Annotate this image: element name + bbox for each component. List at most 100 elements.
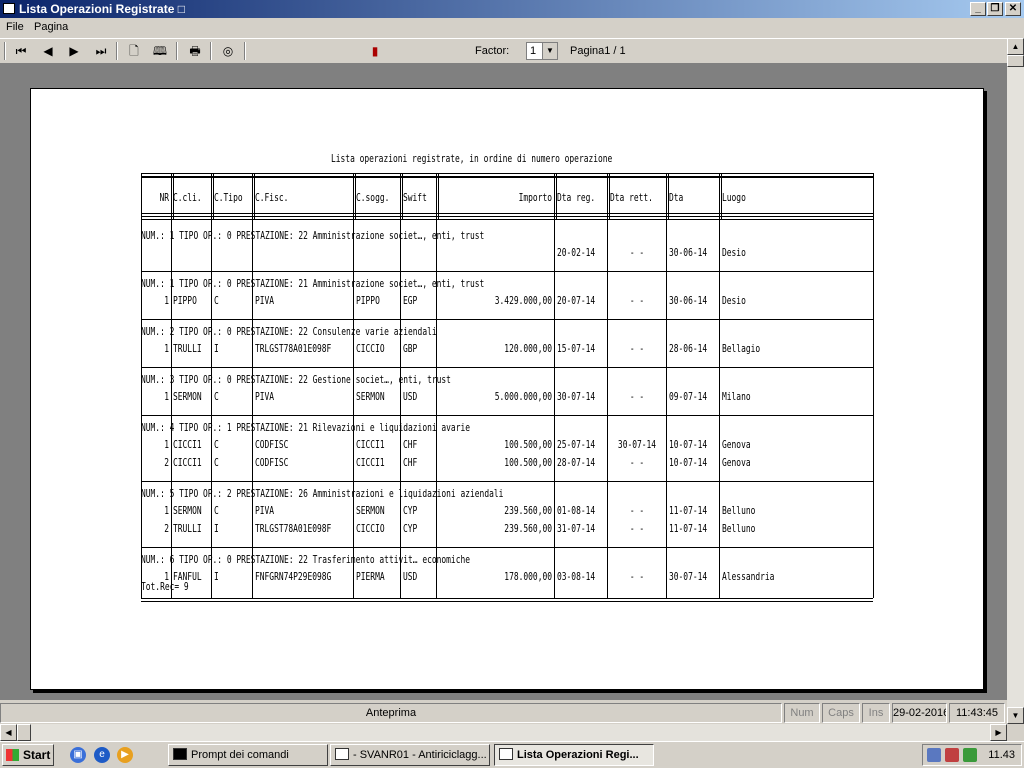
table-left-rule [141,173,142,598]
column-rule [400,173,401,219]
group-header: NUM.: 1 TIPO OP.: 0 PRESTAZIONE: 22 Ammi… [141,229,485,242]
table-cell: 10-07-14 [669,438,708,451]
column-header: Dta [669,191,684,204]
exit-door-icon[interactable]: ▮ [365,42,385,60]
media-player-icon[interactable]: ▶ [117,747,133,763]
status-caps: Caps [822,703,860,723]
column-rule [171,219,172,598]
table-cell: 1 [164,342,169,355]
title-bar: Lista Operazioni Registrate □ _ ❐ ✕ [0,0,1024,18]
first-page-icon[interactable]: ⏮ [11,42,31,60]
menu-file[interactable]: File [6,21,24,33]
factor-value: 1 [530,45,537,57]
command-prompt-icon [173,748,187,760]
menu-pagina[interactable]: Pagina [34,21,68,33]
print-icon[interactable]: 🖶 [185,42,205,60]
table-cell: SERMON [173,390,202,403]
table-rule [141,481,873,482]
shield-icon[interactable] [963,748,977,762]
table-cell: I [214,342,219,355]
show-desktop-icon[interactable]: ▣ [70,747,86,763]
scroll-down-icon[interactable]: ▼ [1007,707,1024,724]
table-cell: 31-07-14 [557,522,596,535]
scroll-left-icon[interactable]: ◀ [0,724,17,741]
prev-page-icon[interactable]: ◀ [38,42,58,60]
table-cell: GBP [403,342,418,355]
table-cell: Desio [722,246,746,259]
table-cell: CHF [403,456,418,469]
column-header: Importo [518,191,552,204]
network-icon[interactable] [927,748,941,762]
table-cell: TRULLI [173,522,202,535]
table-cell: 30-06-14 [669,246,708,259]
table-rule [141,271,873,272]
table-cell: C [214,390,219,403]
menu-bar: File Pagina [0,18,1024,38]
table-cell: 28-06-14 [669,342,708,355]
last-page-icon[interactable]: ⏭ [91,42,111,60]
vertical-scrollbar[interactable]: ▲ ▼ [1007,38,1024,724]
chevron-down-icon[interactable]: ▼ [542,43,557,59]
table-cell: PIPPO [173,294,197,307]
horizontal-scrollbar[interactable]: ◀ ▶ [0,724,1007,741]
group-header: NUM.: 5 TIPO OP.: 2 PRESTAZIONE: 26 Ammi… [141,487,504,500]
table-cell: PIVA [255,390,275,403]
factor-select[interactable]: 1 ▼ [526,42,558,60]
table-cell: 25-07-14 [557,438,596,451]
scroll-right-icon[interactable]: ▶ [990,724,1007,741]
table-cell: SERMON [173,504,202,517]
table-cell: 239.560,00 [504,522,552,535]
table-cell: SERMON [356,390,385,403]
group-header: NUM.: 2 TIPO OP.: 0 PRESTAZIONE: 22 Cons… [141,325,437,338]
status-ins: Ins [862,703,890,723]
scroll-up-icon[interactable]: ▲ [1007,38,1024,55]
column-rule [436,219,437,598]
factor-label: Factor: [475,45,510,57]
task-command-prompt[interactable]: Prompt dei comandi [168,744,328,766]
close-button[interactable]: ✕ [1005,2,1021,16]
table-cell: - - [629,456,645,469]
table-cell: 11-07-14 [669,522,708,535]
start-button[interactable]: Start [2,744,54,766]
table-cell: 5.000.000,00 [494,390,552,403]
two-pages-icon[interactable]: 🕮 [150,42,170,60]
column-header: C.Fisc. [255,191,289,204]
table-cell: 01-08-14 [557,504,596,517]
export-icon[interactable]: ◎ [218,42,238,60]
horizontal-scroll-thumb[interactable] [17,724,31,741]
column-rule [719,173,720,219]
column-rule [353,173,354,219]
vertical-scroll-thumb[interactable] [1007,55,1024,67]
column-rule [436,173,437,219]
system-tray: 11.43 [922,744,1022,766]
table-cell: 2 [164,456,169,469]
table-rule [141,415,873,416]
table-cell: 30-07-14 [617,438,657,451]
task-svanr01[interactable]: - SVANR01 - Antiriciclagg... [330,744,490,766]
task-lista-operazioni[interactable]: Lista Operazioni Regi... [494,744,654,766]
table-cell: CICCIO [356,522,385,535]
internet-explorer-icon[interactable]: e [94,747,110,763]
table-cell: Desio [722,294,746,307]
table-rule [141,598,873,602]
table-cell: 10-07-14 [669,456,708,469]
table-cell: SERMON [356,504,385,517]
taskbar: Start ▣ e ▶ Prompt dei comandi - SVANR01… [0,741,1024,768]
single-page-icon[interactable]: 🗋 [124,42,144,60]
next-page-icon[interactable]: ▶ [64,42,84,60]
security-icon[interactable] [945,748,959,762]
column-rule [554,173,555,219]
table-cell: 239.560,00 [504,504,552,517]
minimize-button[interactable]: _ [970,2,986,16]
column-header: Dta rett. [610,191,653,204]
status-bar: Anteprima Num Caps Ins 29-02-2016 11:43:… [0,702,1007,724]
column-rule [438,173,439,219]
column-rule [254,173,255,219]
table-cell: - - [629,294,645,307]
column-rule [607,173,608,219]
restore-button[interactable]: ❐ [987,2,1003,16]
table-cell: Bellagio [722,342,761,355]
table-cell: PIERMA [356,570,385,583]
app-icon[interactable] [3,3,15,14]
table-cell: PIPPO [356,294,380,307]
